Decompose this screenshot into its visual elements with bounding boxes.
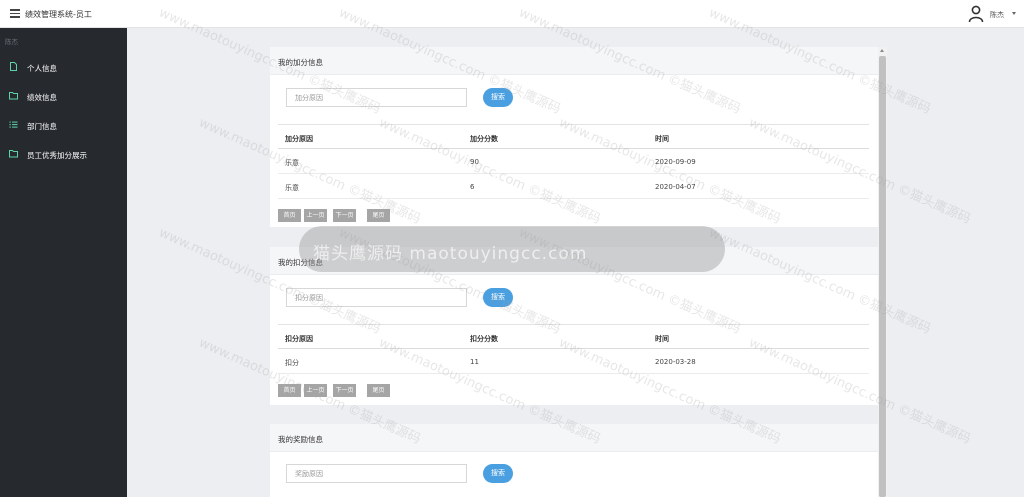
search-button[interactable]: 搜索	[483, 464, 513, 483]
file-icon	[10, 62, 17, 71]
sidebar-user-label: 陈杰	[5, 38, 18, 46]
content-scrollbar[interactable]	[878, 47, 887, 497]
search-button[interactable]: 搜索	[483, 88, 513, 107]
sidebar-item-excellent-bonus[interactable]: 员工优秀加分展示	[0, 143, 127, 165]
card-title: 我的奖励信息	[278, 435, 323, 444]
scroll-up-icon[interactable]	[880, 49, 884, 52]
user-name: 陈杰	[990, 11, 1004, 19]
main-content: 我的加分信息 搜索 加分原因 加分分数 时间 乐意 90 2020-09-09 …	[270, 47, 878, 497]
sidebar-item-department-info[interactable]: 部门信息	[0, 114, 127, 136]
user-avatar-icon	[968, 5, 984, 23]
watermark-banner-text: 猫头鹰源码 maotouyingcc.com	[313, 244, 588, 264]
reward-reason-search-input[interactable]	[286, 464, 467, 483]
search-button[interactable]: 搜索	[483, 288, 513, 307]
sidebar: 陈杰 个人信息 绩效信息 部门信息 员工优秀加分展示	[0, 28, 127, 497]
sidebar-item-label: 员工优秀加分展示	[27, 151, 87, 160]
column-header: 加分原因	[285, 135, 313, 143]
table-cell: 90	[470, 158, 479, 166]
next-page-button[interactable]: 下一页	[333, 209, 356, 222]
bonus-reason-search-input[interactable]	[286, 88, 467, 107]
column-header: 扣分原因	[285, 335, 313, 343]
card-header: 我的加分信息	[270, 47, 878, 75]
table-row: 乐意 90 2020-09-09	[278, 149, 869, 174]
scroll-thumb[interactable]	[879, 56, 886, 497]
caret-down-icon	[1012, 12, 1016, 15]
table-row: 扣分 11 2020-03-28	[278, 349, 869, 374]
watermark-banner: 猫头鹰源码 maotouyingcc.com	[299, 226, 725, 272]
folder-icon	[9, 150, 18, 158]
table-cell: 2020-09-09	[655, 158, 696, 166]
card-title: 我的加分信息	[278, 58, 323, 67]
column-header: 加分分数	[470, 135, 498, 143]
sidebar-item-personal-info[interactable]: 个人信息	[0, 56, 127, 78]
hamburger-menu-icon[interactable]	[10, 9, 20, 18]
last-page-button[interactable]: 尾页	[367, 209, 390, 222]
deduction-points-table: 扣分原因 扣分分数 时间 扣分 11 2020-03-28	[278, 324, 869, 374]
sidebar-item-label: 部门信息	[27, 122, 57, 131]
table-cell: 11	[470, 358, 479, 366]
rewards-card: 我的奖励信息 搜索	[270, 424, 878, 497]
user-menu[interactable]: 陈杰	[964, 0, 1024, 28]
bonus-points-card: 我的加分信息 搜索 加分原因 加分分数 时间 乐意 90 2020-09-09 …	[270, 47, 878, 227]
column-header: 扣分分数	[470, 335, 498, 343]
top-bar: 绩效管理系统-员工 陈杰	[0, 0, 1024, 28]
app-title: 绩效管理系统-员工	[25, 10, 92, 19]
last-page-button[interactable]: 尾页	[367, 384, 390, 397]
column-header: 时间	[655, 335, 669, 343]
sidebar-item-performance-info[interactable]: 绩效信息	[0, 85, 127, 107]
prev-page-button[interactable]: 上一页	[304, 209, 327, 222]
table-cell: 6	[470, 183, 475, 191]
column-header: 时间	[655, 135, 669, 143]
next-page-button[interactable]: 下一页	[333, 384, 356, 397]
table-header-row: 加分原因 加分分数 时间	[278, 124, 869, 149]
deduction-reason-search-input[interactable]	[286, 288, 467, 307]
table-header-row: 扣分原因 扣分分数 时间	[278, 324, 869, 349]
table-cell: 乐意	[285, 184, 299, 192]
first-page-button[interactable]: 首页	[278, 384, 301, 397]
table-cell: 2020-03-28	[655, 358, 696, 366]
first-page-button[interactable]: 首页	[278, 209, 301, 222]
folder-icon	[9, 92, 18, 100]
list-icon	[9, 121, 18, 128]
table-cell: 2020-04-07	[655, 183, 696, 191]
table-cell: 扣分	[285, 359, 299, 367]
table-row: 乐意 6 2020-04-07	[278, 174, 869, 199]
prev-page-button[interactable]: 上一页	[304, 384, 327, 397]
bonus-points-table: 加分原因 加分分数 时间 乐意 90 2020-09-09 乐意 6 2020-…	[278, 124, 869, 199]
card-header: 我的奖励信息	[270, 424, 878, 452]
sidebar-item-label: 个人信息	[27, 64, 57, 73]
table-cell: 乐意	[285, 159, 299, 167]
sidebar-item-label: 绩效信息	[27, 93, 57, 102]
